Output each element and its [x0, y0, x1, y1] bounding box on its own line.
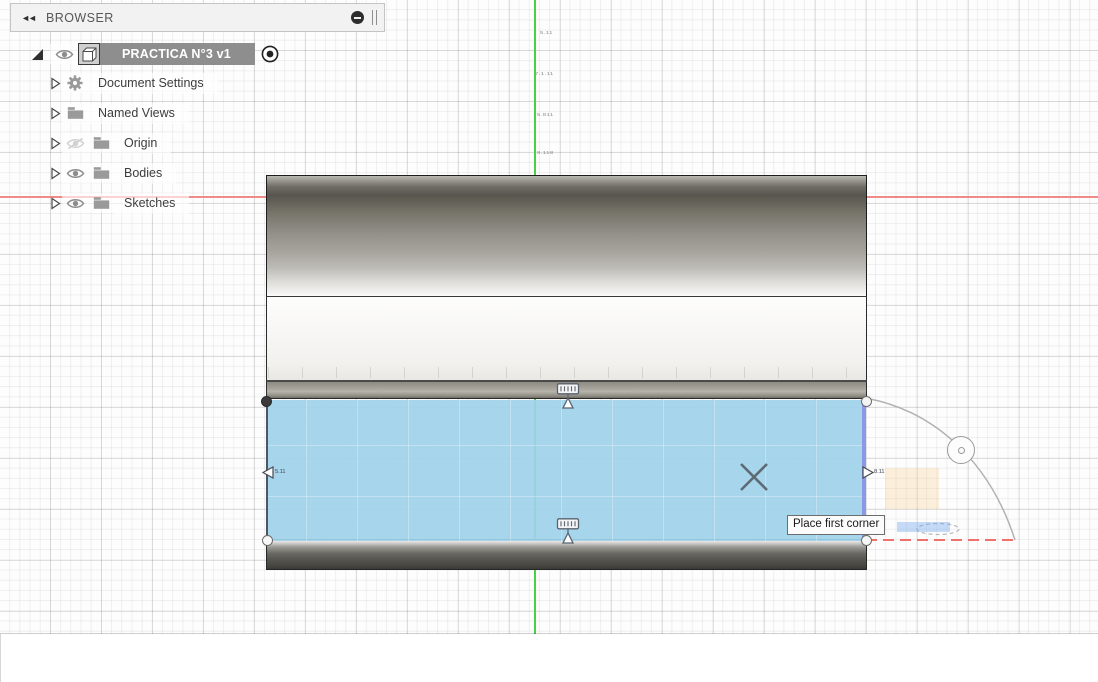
command-tooltip: Place first corner — [787, 515, 886, 535]
gear-glyph — [67, 75, 83, 91]
folder-glyph — [67, 107, 83, 119]
dimension-arrow-icon — [862, 465, 874, 479]
folder-glyph — [93, 167, 109, 179]
triangle-collapse-glyph — [31, 48, 43, 60]
fusion-360-window: 5.11 7.1.11 5.811 8.118 5.11 8.11 Place … — [0, 0, 1098, 682]
tree-row-named-views[interactable]: Named Views — [0, 98, 300, 128]
dimension-handle-left[interactable]: 5.11 — [262, 464, 286, 480]
chevron-right-icon[interactable] — [48, 76, 62, 90]
chevron-right-icon[interactable] — [48, 136, 62, 150]
tree-row-bodies[interactable]: Bodies — [0, 158, 300, 188]
component-cube-glyph — [82, 47, 96, 61]
root-component-label: PRACTICA N°3 v1 — [122, 47, 231, 61]
left-rail-divider — [0, 634, 1, 682]
tree-item-label: Origin — [114, 132, 172, 154]
chevron-right-glyph — [50, 106, 61, 120]
sketch-point-bottom-right[interactable] — [861, 535, 872, 546]
component-cube-icon — [78, 43, 100, 65]
eye-hidden-icon[interactable] — [62, 133, 88, 153]
folder-icon — [88, 163, 114, 183]
collapse-panel-icon[interactable]: ◄◄ — [20, 12, 37, 24]
tree-item-label: Bodies — [114, 162, 177, 184]
tree-row-document-settings[interactable]: Document Settings — [0, 68, 300, 98]
eye-visible-glyph — [66, 198, 84, 208]
eye-hidden-glyph — [66, 137, 84, 149]
folder-glyph — [93, 197, 109, 209]
dimension-arrow-icon — [262, 465, 274, 479]
body-top-face[interactable] — [266, 175, 867, 297]
fix-constraint-icon[interactable] — [554, 383, 582, 409]
tree-item-label: Document Settings — [88, 72, 218, 94]
folder-icon — [88, 133, 114, 153]
browser-panel-header: ◄◄ BROWSER — [10, 3, 385, 32]
canvas-bottom-divider — [0, 633, 1098, 634]
sketch-point-top-right[interactable] — [861, 396, 872, 407]
gear-icon — [62, 73, 88, 93]
folder-icon — [88, 193, 114, 213]
sketch-point-bottom-left[interactable] — [262, 535, 273, 546]
browser-tree: PRACTICA N°3 v1 Document Settings Named … — [0, 40, 300, 218]
tree-row-root[interactable]: PRACTICA N°3 v1 — [0, 40, 300, 68]
activate-radio-icon[interactable] — [259, 43, 281, 65]
eye-visible-glyph — [55, 49, 73, 59]
crosshair-cursor-icon — [740, 463, 768, 491]
tree-row-sketches[interactable]: Sketches — [0, 188, 300, 218]
body-middle-face-ticks — [268, 367, 865, 378]
sketch-micro-glyph: 7.1.11 — [535, 71, 554, 77]
chevron-right-glyph — [50, 76, 61, 90]
activate-radio-glyph — [261, 45, 279, 63]
snap-hint-box-orange — [885, 468, 939, 509]
tree-row-origin[interactable]: Origin — [0, 128, 300, 158]
eye-visible-glyph — [66, 168, 84, 178]
fix-constraint-icon[interactable] — [554, 518, 582, 544]
eye-visible-icon[interactable] — [62, 193, 88, 213]
folder-icon — [62, 103, 88, 123]
dimension-handle-right[interactable]: 8.11 — [861, 464, 885, 480]
sketch-point-top-left[interactable] — [261, 396, 272, 407]
chevron-right-glyph — [50, 166, 61, 180]
dimension-right-value: 8.11 — [874, 469, 885, 475]
root-component-chip[interactable]: PRACTICA N°3 v1 — [78, 43, 255, 65]
browser-panel-title: BROWSER — [46, 10, 114, 25]
tree-item-label: Named Views — [88, 102, 189, 124]
chevron-right-glyph — [50, 196, 61, 210]
chevron-right-glyph — [50, 136, 61, 150]
tree-item-label: Sketches — [114, 192, 190, 214]
dimension-left-value: 5.11 — [275, 469, 286, 475]
chevron-right-icon[interactable] — [48, 166, 62, 180]
eye-visible-icon[interactable] — [62, 163, 88, 183]
panel-grip-icon[interactable] — [372, 10, 377, 25]
chevron-right-icon[interactable] — [48, 106, 62, 120]
chevron-right-icon[interactable] — [48, 196, 62, 210]
triangle-collapse-icon[interactable] — [24, 47, 50, 62]
snap-hint-box-blue — [897, 522, 950, 532]
sketch-micro-glyph: 5.811 — [537, 112, 554, 118]
minimize-icon[interactable] — [351, 11, 364, 24]
sketch-micro-glyph: 5.11 — [540, 30, 553, 36]
sketch-micro-glyph: 8.118 — [537, 150, 554, 156]
rotate-handle-icon[interactable] — [947, 436, 975, 464]
folder-glyph — [93, 137, 109, 149]
eye-visible-icon[interactable] — [50, 44, 78, 64]
